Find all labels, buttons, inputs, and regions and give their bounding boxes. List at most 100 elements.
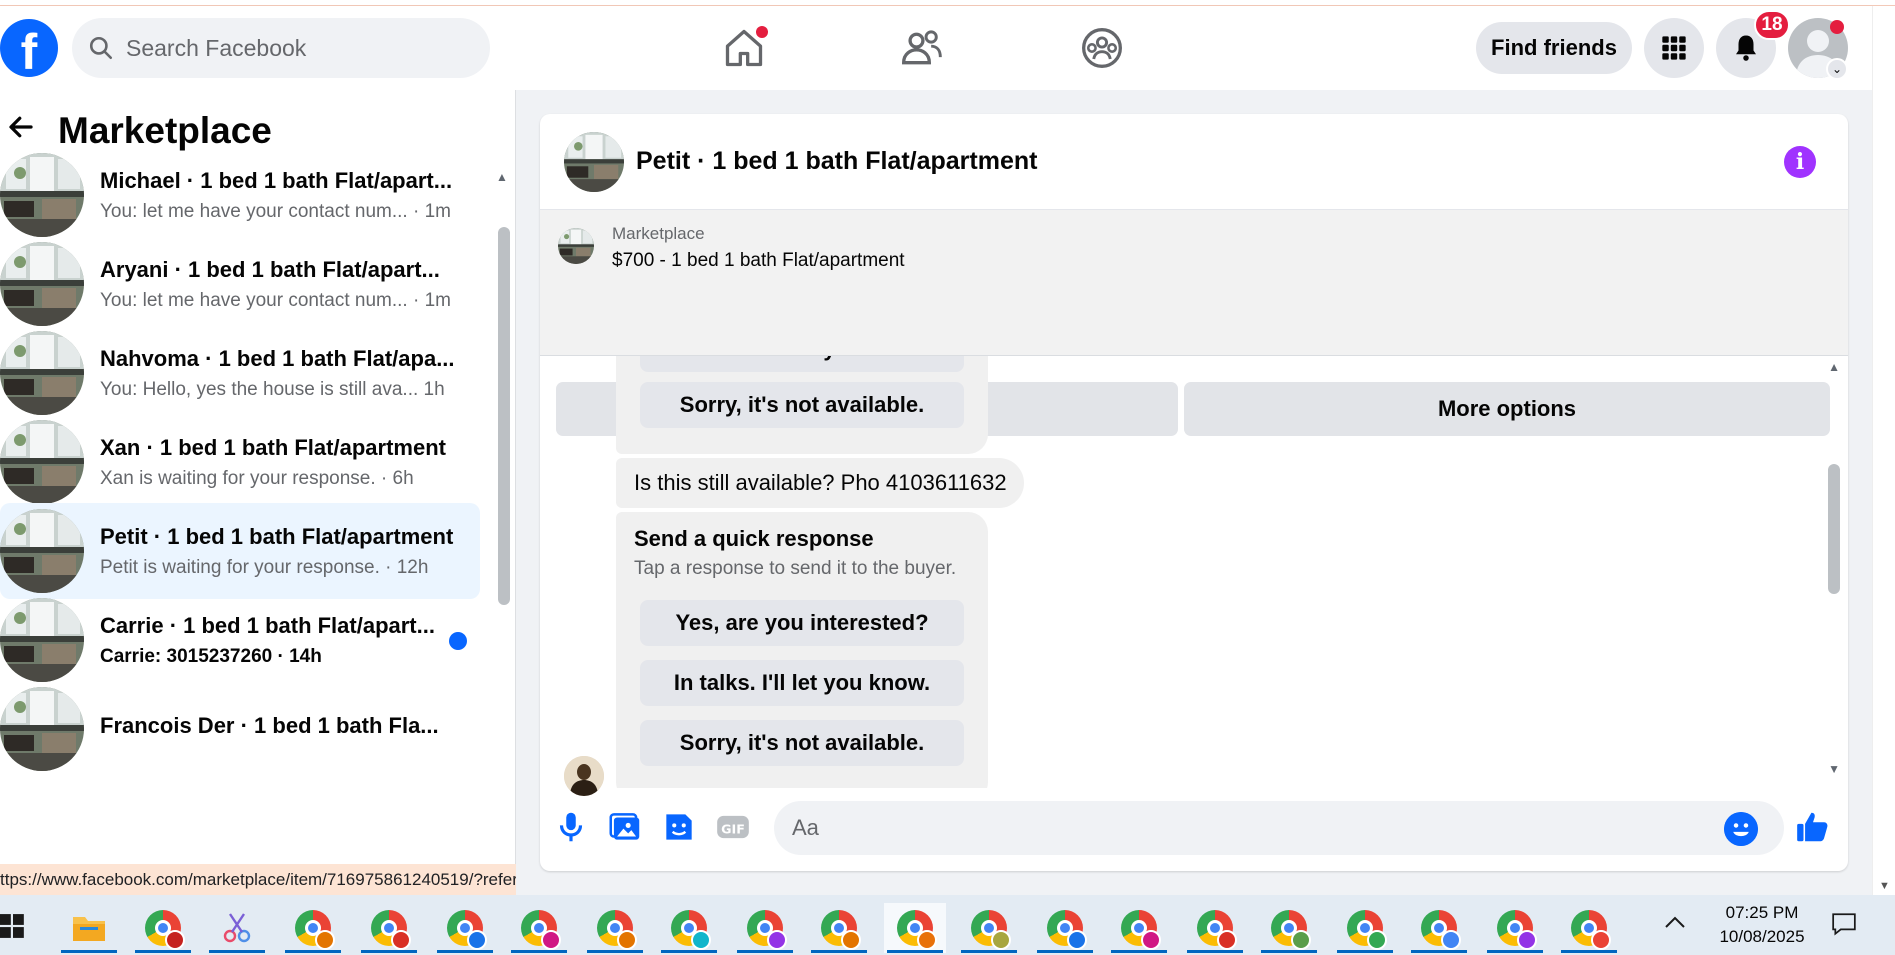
quick-reply-not-available-button[interactable]: Sorry, it's not available. [640,382,964,428]
conversation-preview: Xan is waiting for your response. · 6h [100,467,414,489]
message-thread: In talks. I'll let you know. Sorry, it's… [540,356,1848,788]
running-indicator [361,950,417,953]
chrome-profile-icon[interactable] [434,903,496,953]
listing-thumbnail [0,420,84,504]
chrome-profile-icon[interactable] [808,903,870,953]
chrome-profile-icon[interactable] [132,903,194,953]
menu-button[interactable] [1644,18,1704,78]
listing-banner: Marketplace $700 - 1 bed 1 bath Flat/apa… [540,210,1848,436]
groups-icon[interactable] [1080,26,1124,70]
action-center-icon[interactable] [1830,911,1858,937]
running-indicator [285,950,341,953]
sidebar-scrollbar[interactable] [498,227,510,605]
chrome-profile-icon[interactable] [1108,903,1170,953]
chrome-profile-icon[interactable] [1408,903,1470,953]
back-arrow-icon[interactable] [6,112,46,151]
running-indicator [511,950,567,953]
conversation-preview: You: let me have your contact num... · 1… [100,289,451,311]
running-indicator [1487,950,1543,953]
emoji-icon[interactable] [1724,812,1758,846]
search-icon [89,36,113,60]
chrome-profile-icon[interactable] [734,903,796,953]
search-placeholder: Search Facebook [126,34,307,61]
running-indicator [135,950,191,953]
message-input[interactable]: Aa [774,801,1784,855]
quick-response-title: Send a quick response [634,526,874,551]
chrome-profile-icon[interactable] [508,903,570,953]
conversation-item[interactable]: Xan · 1 bed 1 bath Flat/apartment Xan is … [0,414,480,510]
microphone-icon[interactable] [552,808,590,846]
friends-icon[interactable] [900,26,944,70]
chrome-profile-icon[interactable] [584,903,646,953]
conversation-item[interactable]: Nahvoma · 1 bed 1 bath Flat/apa... You: H… [0,325,480,421]
conversation-preview: Petit is waiting for your response. · 12… [100,556,429,578]
chrome-profile-icon[interactable] [1558,903,1620,953]
quick-reply-not-available-button[interactable]: Sorry, it's not available. [640,720,964,766]
chat-scroll-down-icon[interactable]: ▼ [1828,762,1840,776]
listing-price[interactable]: $700 - 1 bed 1 bath Flat/apartment [612,250,905,272]
conversation-item[interactable]: Aryani · 1 bed 1 bath Flat/apart... You: … [0,236,480,332]
buyer-message-bubble: Is this still available? Pho 4103611632 [616,458,1024,508]
chat-scrollbar[interactable] [1828,464,1840,594]
photo-icon[interactable] [606,808,644,846]
running-indicator [961,950,1017,953]
chevron-down-icon[interactable]: ⌄ [1826,58,1848,80]
listing-thumbnail [0,687,84,771]
chrome-profile-icon[interactable] [884,903,946,953]
conversation-item[interactable]: Petit · 1 bed 1 bath Flat/apartment Petit… [0,503,480,599]
running-indicator [1561,950,1617,953]
chrome-profile-icon[interactable] [358,903,420,953]
buyer-message-text: Is this still available? Pho 4103611632 [634,470,1007,495]
chrome-profile-icon[interactable] [1034,903,1096,953]
scroll-up-arrow-icon[interactable]: ▲ [496,170,508,184]
conversation-item[interactable]: Michael · 1 bed 1 bath Flat/apart... You:… [0,147,480,243]
chrome-profile-icon[interactable] [282,903,344,953]
quick-response-bubble: Send a quick response Tap a response to … [616,512,988,788]
running-indicator [61,950,117,953]
gif-icon[interactable]: GIF [714,808,752,846]
running-indicator [437,950,493,953]
info-icon[interactable]: i [1784,146,1816,178]
search-input[interactable]: Search Facebook [72,18,490,78]
chrome-profile-icon[interactable] [958,903,1020,953]
conversation-title: Michael · 1 bed 1 bath Flat/apart... [100,167,453,193]
file-explorer-icon[interactable] [58,903,120,953]
chrome-profile-icon[interactable] [658,903,720,953]
chrome-profile-icon[interactable] [1184,903,1246,953]
quick-reply-in-talks-button[interactable]: In talks. I'll let you know. [640,660,964,706]
listing-small-thumbnail[interactable] [558,228,594,264]
listing-label: Marketplace [612,224,705,243]
unread-dot [449,632,467,650]
page-scroll-down-icon[interactable]: ▼ [1879,880,1890,892]
conversation-title: Nahvoma · 1 bed 1 bath Flat/apa... [100,345,455,371]
listing-thumbnail[interactable] [564,131,624,192]
quick-reply-yes-button[interactable]: Yes, are you interested? [640,600,964,646]
conversation-text: Petit · 1 bed 1 bath Flat/apartment Petit… [100,524,460,579]
chat-title: Petit · 1 bed 1 bath Flat/apartment [636,147,1038,175]
conversation-item[interactable]: Francois Der · 1 bed 1 bath Fla... [0,681,480,777]
snipping-tool-icon[interactable] [206,903,268,953]
chrome-profile-icon[interactable] [1334,903,1396,953]
conversation-title: Petit · 1 bed 1 bath Flat/apartment [100,523,454,549]
chrome-profile-icon[interactable] [1484,903,1546,953]
thumbs-up-icon[interactable] [1794,808,1832,846]
conversation-title: Xan · 1 bed 1 bath Flat/apartment [100,434,446,460]
windows-start-icon[interactable] [0,913,26,939]
chevron-up-icon[interactable] [1664,909,1686,935]
sticker-icon[interactable] [660,808,698,846]
conversation-item[interactable]: Carrie · 1 bed 1 bath Flat/apart... Carri… [0,592,480,688]
quick-reply-in-talks-button[interactable]: In talks. I'll let you know. [640,356,964,372]
home-notification-dot [756,26,768,38]
find-friends-button[interactable]: Find friends [1476,22,1632,74]
listing-thumbnail [0,509,84,593]
page-scrollbar[interactable]: ▼ [1872,6,1895,895]
chrome-profile-icon[interactable] [1258,903,1320,953]
facebook-logo-icon[interactable]: f [0,19,58,77]
conversation-text: Francois Der · 1 bed 1 bath Fla... [100,713,460,746]
chat-scroll-up-icon[interactable]: ▲ [1828,360,1840,374]
svg-text:GIF: GIF [721,821,745,836]
running-indicator [661,950,717,953]
windows-taskbar: 07:25 PM 10/08/2025 [0,895,1895,955]
chat-header[interactable]: Petit · 1 bed 1 bath Flat/apartment i [540,114,1848,210]
system-clock[interactable]: 07:25 PM 10/08/2025 [1712,901,1812,949]
